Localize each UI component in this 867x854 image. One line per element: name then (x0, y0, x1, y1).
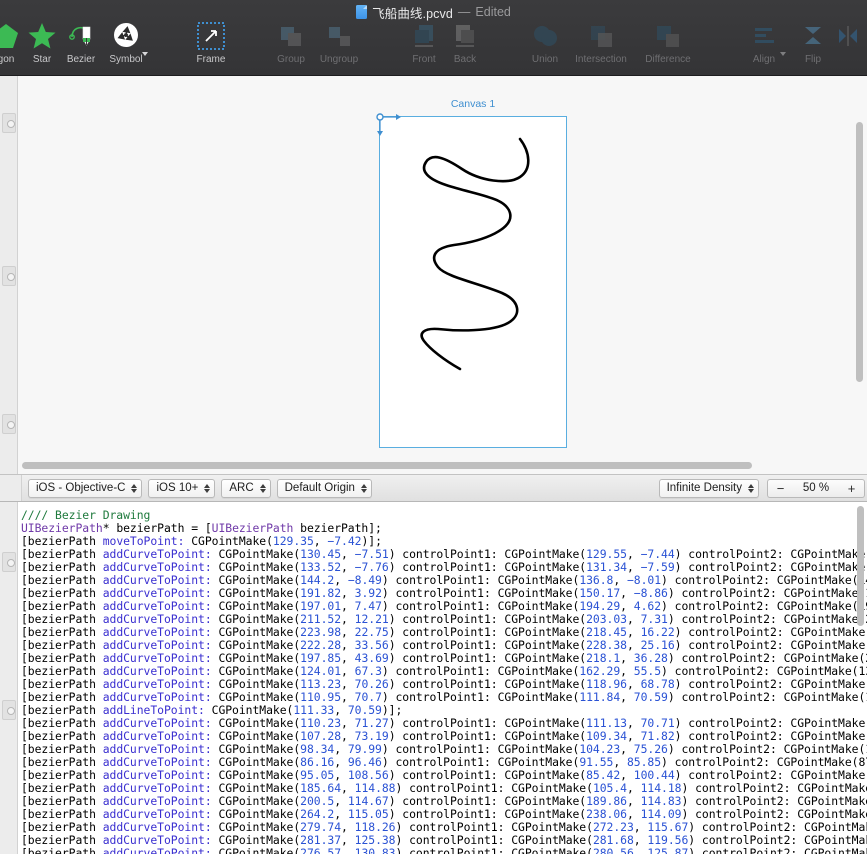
toolbar-button-union[interactable]: Union (517, 18, 573, 74)
edited-badge: Edited (475, 5, 511, 19)
code-vertical-scrollbar[interactable] (857, 506, 864, 626)
toolbar-label-group: Group (277, 54, 305, 65)
zoom-controls: − 50 % + (767, 478, 865, 498)
symbol-recycle-icon (111, 18, 141, 54)
zoom-level-value[interactable]: 50 % (793, 478, 839, 498)
updown-arrows-icon (131, 483, 138, 493)
chevron-down-icon[interactable] (142, 52, 148, 56)
code-line: [bezierPath addCurveToPoint: CGPointMake… (21, 846, 867, 854)
toolbar-label-back: Back (453, 54, 477, 65)
frame-icon (195, 18, 227, 54)
bezier-pen-icon (66, 18, 96, 54)
toolbar-label-bezier: Bezier (66, 54, 96, 65)
canvas-1[interactable] (379, 116, 567, 448)
toolbar-label-flip: Flip (804, 54, 822, 65)
bezier-curve-drawing[interactable] (380, 117, 566, 447)
density-popup[interactable]: Infinite Density (658, 478, 759, 498)
platform-language-value: iOS - Objective-C (36, 482, 126, 494)
memory-management-popup[interactable]: ARC (221, 478, 271, 498)
origin-value: Default Origin (284, 482, 355, 494)
left-rail (0, 76, 18, 474)
toolbar-label-frame: Frame (196, 54, 226, 65)
union-icon (530, 18, 560, 54)
toolbar-button-back[interactable]: Back (437, 18, 493, 74)
canvas-area[interactable]: Canvas 1 (0, 76, 867, 474)
canvas-horizontal-scrollbar[interactable] (22, 462, 752, 469)
deployment-target-value: iOS 10+ (156, 482, 199, 494)
canvas-vertical-scrollbar[interactable] (856, 122, 863, 382)
toolbar-label-align: Align (752, 54, 776, 65)
toolbar-button-frame[interactable]: Frame (183, 18, 239, 74)
document-icon (356, 5, 368, 19)
platform-language-popup[interactable]: iOS - Objective-C (28, 478, 143, 498)
rail-handle-code-top[interactable] (2, 552, 16, 572)
flip-horizontal-icon (833, 18, 863, 54)
bring-front-icon (409, 18, 439, 54)
updown-arrows-icon (360, 483, 367, 493)
density-value: Infinite Density (666, 482, 742, 494)
ungroup-icon (324, 18, 354, 54)
rail-handle-top[interactable] (2, 113, 16, 133)
objective-c-code[interactable]: //// Bezier Drawing UIBezierPath* bezierP… (21, 509, 867, 854)
toolbar-label-front: Front (412, 54, 436, 65)
options-rail-spacer (0, 475, 22, 501)
generated-code-pane[interactable]: //// Bezier Drawing UIBezierPath* bezierP… (0, 502, 867, 854)
rail-handle-bottom[interactable] (2, 414, 16, 434)
toolbar-items: gon Star Bezier Symbol Frame Group Ungro… (0, 18, 867, 76)
code-options-bar: iOS - Objective-C iOS 10+ ARC Default Or… (0, 474, 867, 502)
align-icon (749, 18, 779, 54)
toolbar-label-star: Star (32, 54, 52, 65)
zoom-in-button[interactable]: + (839, 478, 865, 498)
updown-arrows-icon (204, 483, 211, 493)
origin-popup[interactable]: Default Origin (276, 478, 372, 498)
window-toolbar: 飞船曲线.pcvd — Edited gon Star Bezier Symbo… (0, 0, 867, 76)
toolbar-label-difference: Difference (645, 54, 691, 65)
title-separator: — (457, 5, 471, 19)
code-left-rail (0, 502, 18, 854)
toolbar-button-difference[interactable]: Difference (640, 18, 696, 74)
group-icon (276, 18, 306, 54)
toolbar-label-symbol: Symbol (109, 54, 143, 65)
toolbar-button-symbol[interactable]: Symbol (98, 18, 154, 74)
rail-handle-middle[interactable] (2, 266, 16, 286)
toolbar-button-flip-horizontal[interactable] (820, 18, 867, 74)
zoom-out-button[interactable]: − (767, 478, 793, 498)
toolbar-button-align[interactable]: Align (736, 18, 792, 74)
toolbar-button-intersection[interactable]: Intersection (573, 18, 629, 74)
send-back-icon (450, 18, 480, 54)
difference-icon (653, 18, 683, 54)
updown-arrows-icon (748, 483, 754, 493)
paintcode-window: 飞船曲线.pcvd — Edited gon Star Bezier Symbo… (0, 0, 867, 854)
toolbar-button-ungroup[interactable]: Ungroup (311, 18, 367, 74)
canvas-title: Canvas 1 (450, 98, 496, 110)
updown-arrows-icon (259, 483, 266, 493)
toolbar-label-union: Union (531, 54, 559, 65)
deployment-target-popup[interactable]: iOS 10+ (148, 478, 216, 498)
rail-handle-code-bottom[interactable] (2, 700, 16, 720)
intersection-icon (586, 18, 616, 54)
toolbar-label-ungroup: Ungroup (319, 54, 359, 65)
canvas-origin-handle[interactable] (372, 109, 402, 139)
memory-management-value: ARC (229, 482, 254, 494)
toolbar-label-intersection: Intersection (575, 54, 627, 65)
toolbar-label-polygon: gon (0, 54, 15, 65)
